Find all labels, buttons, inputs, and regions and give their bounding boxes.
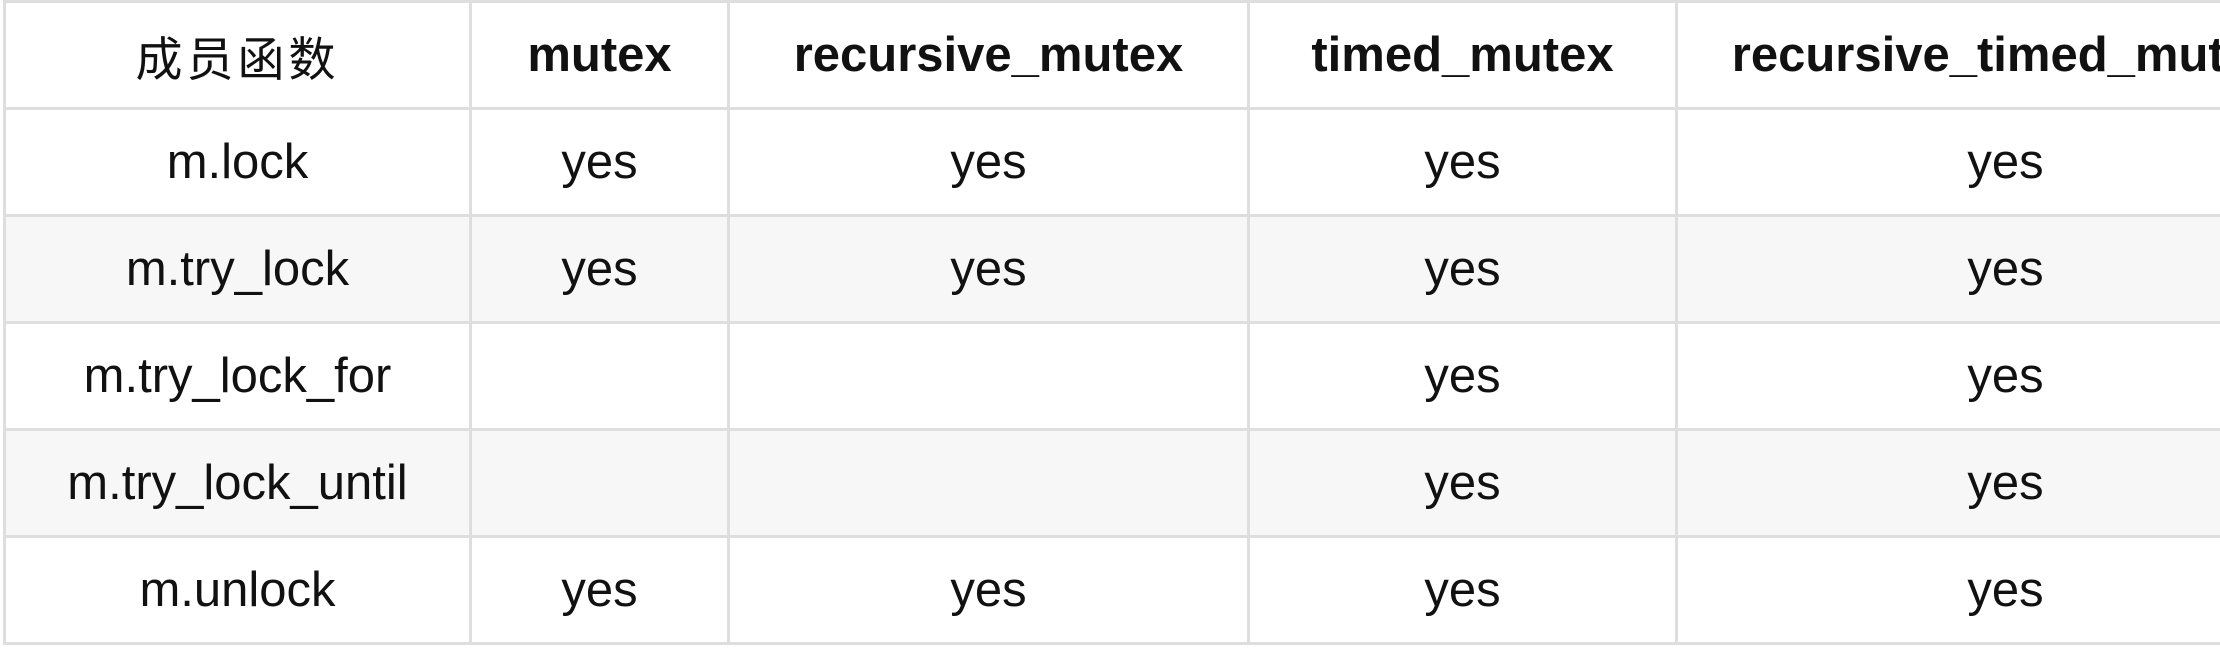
table-row: m.try_lock yes yes yes yes (3, 214, 2220, 324)
header-recursive-mutex: recursive_mutex (727, 0, 1250, 110)
recursive-mutex-cell: yes (727, 535, 1250, 645)
timed-mutex-cell: yes (1247, 535, 1678, 645)
header-row: 成员函数 mutex recursive_mutex timed_mutex r… (3, 0, 2220, 110)
timed-mutex-cell: yes (1247, 321, 1678, 431)
mutex-cell (469, 428, 730, 538)
recursive-timed-mutex-cell: yes (1675, 321, 2220, 431)
recursive-mutex-cell (727, 428, 1250, 538)
timed-mutex-cell: yes (1247, 214, 1678, 324)
mutex-cell: yes (469, 214, 730, 324)
recursive-mutex-cell: yes (727, 214, 1250, 324)
mutex-cell: yes (469, 107, 730, 217)
recursive-timed-mutex-cell: yes (1675, 214, 2220, 324)
recursive-timed-mutex-cell: yes (1675, 107, 2220, 217)
timed-mutex-cell: yes (1247, 428, 1678, 538)
function-name-cell: m.lock (3, 107, 472, 217)
function-name-cell: m.try_lock (3, 214, 472, 324)
table-row: m.try_lock_until yes yes (3, 428, 2220, 538)
recursive-mutex-cell (727, 321, 1250, 431)
timed-mutex-cell: yes (1247, 107, 1678, 217)
header-timed-mutex: timed_mutex (1247, 0, 1678, 110)
recursive-timed-mutex-cell: yes (1675, 535, 2220, 645)
table-row: m.lock yes yes yes yes (3, 107, 2220, 217)
function-name-cell: m.try_lock_for (3, 321, 472, 431)
table-row: m.try_lock_for yes yes (3, 321, 2220, 431)
function-name-cell: m.try_lock_until (3, 428, 472, 538)
header-member-function: 成员函数 (3, 0, 472, 110)
header-mutex: mutex (469, 0, 730, 110)
mutex-member-function-table: 成员函数 mutex recursive_mutex timed_mutex r… (3, 0, 2220, 645)
mutex-cell: yes (469, 535, 730, 645)
table-row: m.unlock yes yes yes yes (3, 535, 2220, 645)
table-viewport: 成员函数 mutex recursive_mutex timed_mutex r… (0, 0, 2220, 652)
recursive-timed-mutex-cell: yes (1675, 428, 2220, 538)
mutex-cell (469, 321, 730, 431)
recursive-mutex-cell: yes (727, 107, 1250, 217)
header-recursive-timed-mutex: recursive_timed_mutex (1675, 0, 2220, 110)
function-name-cell: m.unlock (3, 535, 472, 645)
